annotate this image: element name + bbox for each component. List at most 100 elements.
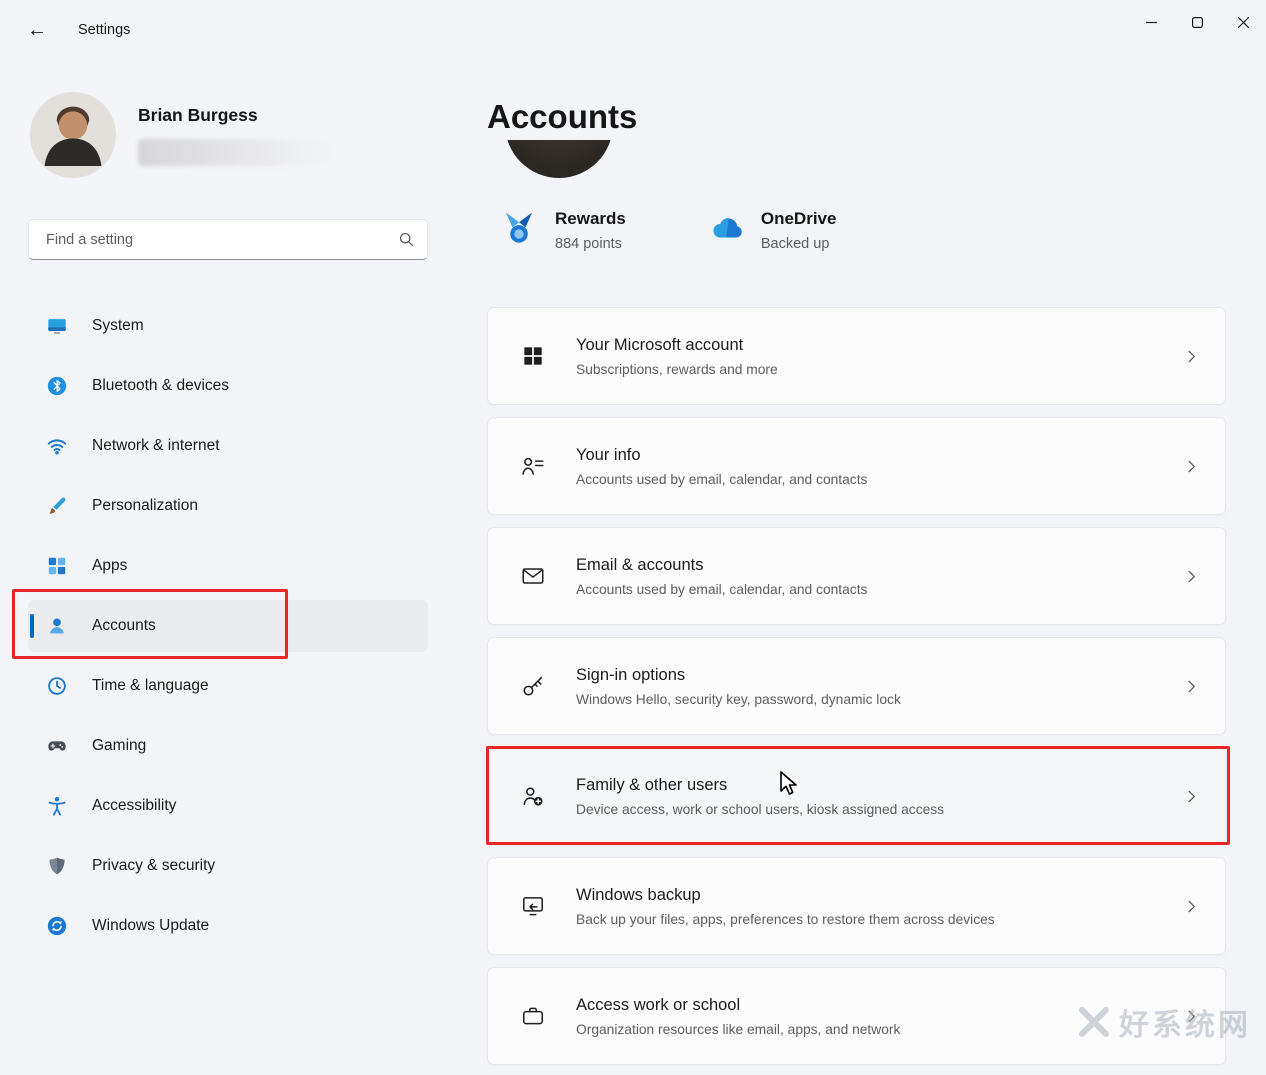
card-email-accounts[interactable]: Email & accounts Accounts used by email,…: [487, 527, 1226, 625]
system-icon: [46, 315, 68, 337]
sidebar-item-label: Bluetooth & devices: [92, 377, 229, 395]
minimize-icon: [1146, 17, 1157, 28]
chevron-right-icon: [1182, 567, 1201, 586]
card-windows-backup[interactable]: Windows backup Back up your files, apps,…: [487, 857, 1226, 955]
sidebar-item-label: Accounts: [92, 617, 156, 635]
card-text: Access work or school Organization resou…: [576, 996, 900, 1037]
sidebar-item-label: Network & internet: [92, 437, 220, 455]
card-title: Email & accounts: [576, 556, 867, 575]
promo-text: Rewards 884 points: [555, 209, 626, 252]
card-text: Family & other users Device access, work…: [576, 776, 944, 817]
card-access-work-school[interactable]: Access work or school Organization resou…: [487, 967, 1226, 1065]
card-text: Your Microsoft account Subscriptions, re…: [576, 336, 778, 377]
card-title: Family & other users: [576, 776, 944, 795]
selected-indicator: [30, 614, 34, 638]
card-family-other-users[interactable]: Family & other users Device access, work…: [487, 747, 1226, 845]
microsoft-logo-icon: [518, 343, 548, 369]
chevron-right-icon: [1182, 897, 1201, 916]
card-subtitle: Windows Hello, security key, password, d…: [576, 692, 901, 707]
card-text: Windows backup Back up your files, apps,…: [576, 886, 995, 927]
sidebar-item-label: System: [92, 317, 144, 335]
close-button[interactable]: [1220, 0, 1266, 44]
sidebar-item-network-internet[interactable]: Network & internet: [28, 420, 428, 472]
sidebar: Brian Burgess System: [0, 60, 460, 1075]
card-subtitle: Accounts used by email, calendar, and co…: [576, 582, 867, 597]
main-content: Accounts Rewards 884 points: [460, 60, 1266, 1075]
rewards-icon: [500, 209, 538, 247]
card-subtitle: Accounts used by email, calendar, and co…: [576, 472, 867, 487]
card-sign-in-options[interactable]: Sign-in options Windows Hello, security …: [487, 637, 1226, 735]
bluetooth-icon: [46, 375, 68, 397]
card-title: Windows backup: [576, 886, 995, 905]
sidebar-item-personalization[interactable]: Personalization: [28, 480, 428, 532]
onedrive-icon: [706, 209, 744, 247]
avatar-photo-icon: [30, 92, 116, 178]
page-title: Accounts: [487, 95, 1226, 139]
card-subtitle: Organization resources like email, apps,…: [576, 1022, 900, 1037]
card-your-microsoft-account[interactable]: Your Microsoft account Subscriptions, re…: [487, 307, 1226, 405]
promo-title: OneDrive: [761, 209, 837, 229]
sidebar-item-apps[interactable]: Apps: [28, 540, 428, 592]
personalization-icon: [46, 495, 68, 517]
search-input[interactable]: [44, 231, 398, 249]
back-icon: ←: [27, 19, 47, 42]
sidebar-nav: System Bluetooth & devices Network & int…: [28, 300, 460, 952]
sidebar-item-label: Accessibility: [92, 797, 176, 815]
card-text: Sign-in options Windows Hello, security …: [576, 666, 901, 707]
titlebar: ← Settings: [0, 0, 1266, 60]
avatar: [30, 92, 116, 178]
back-button[interactable]: ←: [16, 12, 58, 48]
card-title: Access work or school: [576, 996, 900, 1015]
card-subtitle: Subscriptions, rewards and more: [576, 362, 778, 377]
card-title: Sign-in options: [576, 666, 901, 685]
briefcase-icon: [518, 1003, 548, 1029]
window-controls: [1128, 0, 1266, 44]
promo-subtitle: 884 points: [555, 236, 626, 252]
sidebar-item-label: Time & language: [92, 677, 209, 695]
sidebar-item-accounts[interactable]: Accounts: [28, 600, 428, 652]
sidebar-item-time-language[interactable]: Time & language: [28, 660, 428, 712]
sidebar-item-label: Privacy & security: [92, 857, 215, 875]
maximize-button[interactable]: [1174, 0, 1220, 44]
sidebar-item-accessibility[interactable]: Accessibility: [28, 780, 428, 832]
profile-section[interactable]: Brian Burgess: [30, 92, 460, 178]
chevron-right-icon: [1182, 457, 1201, 476]
card-title: Your info: [576, 446, 867, 465]
accessibility-icon: [46, 795, 68, 817]
sidebar-item-label: Apps: [92, 557, 127, 575]
your-info-icon: [518, 453, 548, 479]
promo-subtitle: Backed up: [761, 236, 837, 252]
chevron-right-icon: [1182, 347, 1201, 366]
sidebar-item-system[interactable]: System: [28, 300, 428, 352]
close-icon: [1238, 17, 1249, 28]
time-icon: [46, 675, 68, 697]
onedrive-promo[interactable]: OneDrive Backed up: [706, 209, 837, 252]
settings-window: ← Settings: [0, 0, 1266, 1075]
key-icon: [518, 673, 548, 699]
sidebar-item-gaming[interactable]: Gaming: [28, 720, 428, 772]
promo-text: OneDrive Backed up: [761, 209, 837, 252]
update-icon: [46, 915, 68, 937]
backup-icon: [518, 893, 548, 919]
sidebar-item-label: Windows Update: [92, 917, 209, 935]
sidebar-item-privacy-security[interactable]: Privacy & security: [28, 840, 428, 892]
chevron-right-icon: [1182, 1007, 1201, 1026]
account-avatar-partial: [505, 140, 613, 178]
email-icon: [518, 563, 548, 589]
add-user-icon: [518, 783, 548, 809]
sidebar-item-bluetooth-devices[interactable]: Bluetooth & devices: [28, 360, 428, 412]
redacted-email: [138, 139, 338, 166]
promo-row: Rewards 884 points OneDrive Backed up: [500, 209, 1226, 252]
card-your-info[interactable]: Your info Accounts used by email, calend…: [487, 417, 1226, 515]
settings-cards: Your Microsoft account Subscriptions, re…: [487, 307, 1226, 1065]
rewards-promo[interactable]: Rewards 884 points: [500, 209, 626, 252]
profile-name: Brian Burgess: [138, 105, 338, 126]
card-text: Email & accounts Accounts used by email,…: [576, 556, 867, 597]
search-icon: [398, 231, 415, 248]
card-subtitle: Device access, work or school users, kio…: [576, 802, 944, 817]
minimize-button[interactable]: [1128, 0, 1174, 44]
search-box[interactable]: [28, 219, 428, 260]
sidebar-item-windows-update[interactable]: Windows Update: [28, 900, 428, 952]
card-title: Your Microsoft account: [576, 336, 778, 355]
sidebar-item-label: Gaming: [92, 737, 146, 755]
